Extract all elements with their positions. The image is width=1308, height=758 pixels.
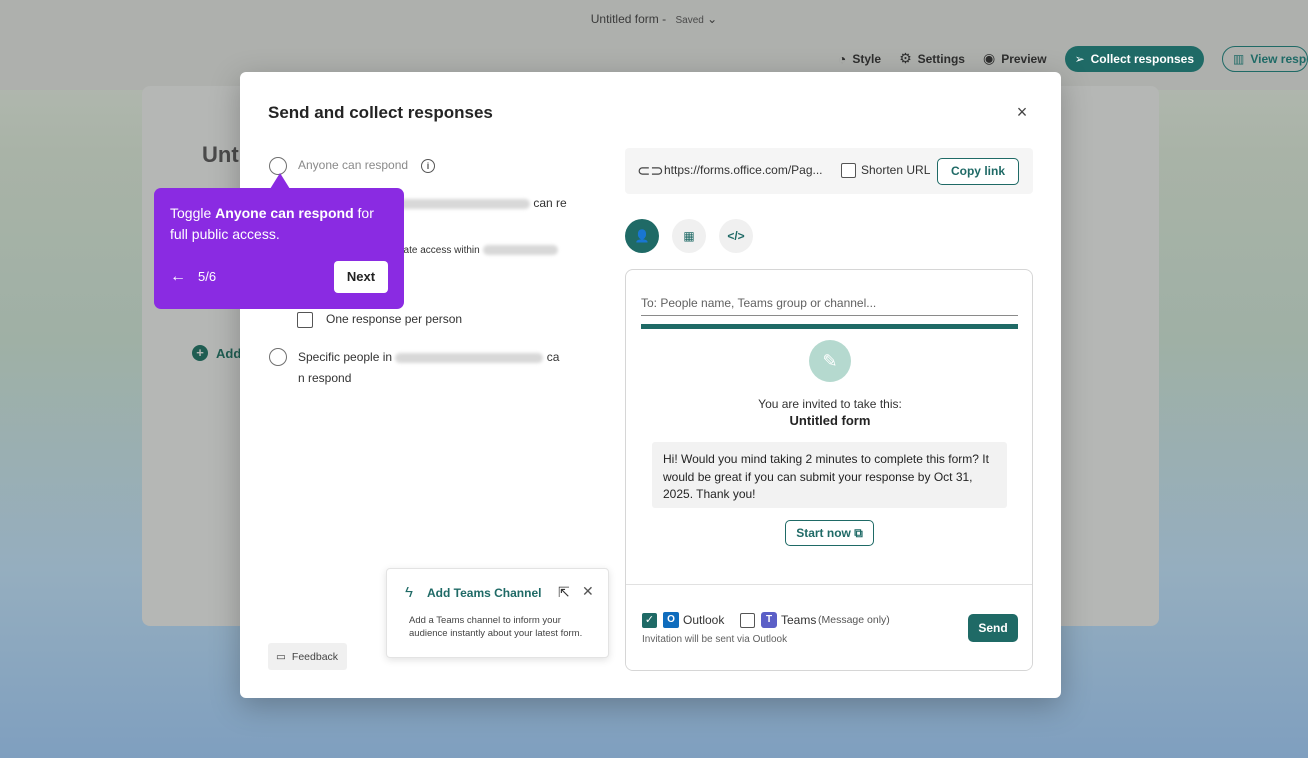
org-suffix: can re — [533, 196, 567, 210]
tooltip-bold: Anyone can respond — [215, 205, 354, 221]
redacted-org-2 — [395, 352, 544, 363]
link-icon: ⊂⊃ — [637, 163, 664, 180]
style-label: Style — [852, 51, 882, 66]
top-toolbar: ◔ Style ⚙ Settings ◉ Preview ➢ Collect respo… — [838, 45, 1308, 72]
teams-channel-card[interactable]: ϟ Add Teams Channel ⇱ ✕ Add a Teams chan… — [386, 568, 609, 658]
specific-people-radio[interactable] — [269, 348, 287, 366]
external-link-icon: ⧉ — [854, 526, 863, 540]
preview-label: Preview — [1001, 51, 1047, 66]
invite-people-icon[interactable]: 👤 — [625, 219, 659, 253]
tooltip-arrow — [270, 173, 290, 189]
tour-step-counter: 5/6 — [198, 269, 217, 284]
tooltip-prefix: Toggle — [170, 205, 216, 221]
bg-form-title: Unt — [202, 142, 239, 167]
plus-icon: + — [192, 345, 208, 361]
send-footer: ✓ O Outlook T Teams (Message only) Invit… — [626, 584, 1032, 670]
specific-people-line2: n respond — [298, 371, 352, 385]
gear-icon: ⚙ — [899, 50, 912, 66]
form-title-bar[interactable]: Untitled form - Saved ⌄ — [0, 12, 1308, 26]
specific-people-line1: Specific people in ca — [298, 347, 559, 368]
cursor-icon: ⇱ — [558, 584, 570, 600]
forms-logo-icon: ✎ — [809, 340, 851, 382]
settings-label: Settings — [917, 51, 965, 66]
teams-checkbox[interactable] — [740, 613, 755, 628]
chevron-down-icon[interactable]: ⌄ — [707, 12, 717, 26]
link-row: ⊂⊃ https://forms.office.com/Pag... Short… — [625, 148, 1033, 194]
specific-suffix: ca — [546, 350, 560, 364]
view-responses-button[interactable]: ▥ View responses — [1222, 45, 1308, 72]
add-label: Add — [216, 345, 242, 361]
embed-code-icon[interactable]: </> — [719, 219, 753, 253]
teams-channel-description: Add a Teams channel to inform your audie… — [409, 615, 583, 639]
feedback-button[interactable]: ▭ Feedback — [268, 643, 347, 670]
accent-bar — [641, 324, 1018, 329]
start-now-button[interactable]: Start now ⧉ — [785, 520, 874, 546]
outlook-icon: O — [663, 612, 679, 628]
comment-icon: ▭ — [276, 650, 286, 663]
form-url[interactable]: https://forms.office.com/Pag... — [664, 163, 823, 177]
send-via-note: Invitation will be sent via Outlook — [642, 634, 788, 645]
tooltip-text: Toggle Anyone can respond for full publi… — [170, 203, 390, 245]
invited-text: You are invited to take this: — [758, 397, 902, 411]
view-label: View responses — [1250, 51, 1307, 66]
collect-responses-button[interactable]: ➢ Collect responses — [1064, 45, 1204, 72]
qr-code-icon[interactable]: ▦ — [672, 219, 706, 253]
close-icon[interactable]: ✕ — [582, 583, 594, 600]
teams-label: Teams — [781, 613, 817, 627]
info-icon[interactable]: i — [421, 159, 435, 173]
style-button[interactable]: ◔ Style — [838, 51, 881, 67]
send-icon: ➢ — [1074, 51, 1085, 66]
back-arrow-icon[interactable]: ← — [170, 268, 186, 286]
invite-message[interactable]: Hi! Would you mind taking 2 minutes to c… — [652, 442, 1007, 508]
one-response-checkbox[interactable] — [297, 312, 313, 328]
outlook-label: Outlook — [683, 613, 725, 627]
specific-prefix: Specific people in — [298, 350, 393, 364]
shorten-url-label: Shorten URL — [861, 163, 931, 177]
invite-panel: To: People name, Teams group or channel.… — [625, 269, 1033, 671]
tour-tooltip: Toggle Anyone can respond for full publi… — [154, 188, 404, 309]
recipient-input[interactable]: To: People name, Teams group or channel.… — [641, 296, 1018, 316]
next-button[interactable]: Next — [334, 261, 388, 293]
copy-link-button[interactable]: Copy link — [937, 158, 1019, 185]
teams-note: (Message only) — [818, 614, 890, 626]
form-title: Untitled form — [590, 12, 659, 26]
chart-icon: ▥ — [1233, 51, 1245, 66]
close-icon[interactable]: × — [1012, 102, 1032, 122]
feedback-label: Feedback — [291, 650, 339, 663]
org-option-text: can re — [398, 193, 567, 214]
eye-icon: ◉ — [982, 50, 996, 66]
redacted-domain — [482, 245, 558, 256]
anyone-label: Anyone can respond — [298, 158, 409, 172]
teams-icon: T — [761, 612, 777, 628]
title-separator: - — [662, 12, 667, 26]
send-button[interactable]: Send — [968, 614, 1018, 642]
redacted-org — [398, 198, 530, 209]
start-now-label: Start now — [796, 526, 851, 540]
settings-button[interactable]: ⚙ Settings — [899, 50, 965, 67]
update-access-label: date access within — [398, 245, 480, 256]
collect-label: Collect responses — [1090, 51, 1194, 66]
preview-button[interactable]: ◉ Preview — [983, 50, 1047, 67]
lightning-icon: ϟ — [405, 584, 413, 601]
shorten-url-checkbox[interactable] — [841, 163, 856, 178]
outlook-checkbox[interactable]: ✓ — [642, 613, 657, 628]
invite-form-name: Untitled form — [789, 413, 871, 428]
dialog-title: Send and collect responses — [268, 103, 493, 122]
one-response-label: One response per person — [326, 312, 463, 326]
save-status: Saved — [675, 15, 704, 26]
send-dialog: Send and collect responses × Anyone can … — [240, 72, 1061, 698]
teams-channel-title[interactable]: Add Teams Channel — [427, 586, 541, 600]
update-access-text: date access within — [398, 240, 558, 261]
add-question-button[interactable]: + Add — [192, 345, 241, 361]
palette-icon: ◔ — [837, 50, 847, 67]
